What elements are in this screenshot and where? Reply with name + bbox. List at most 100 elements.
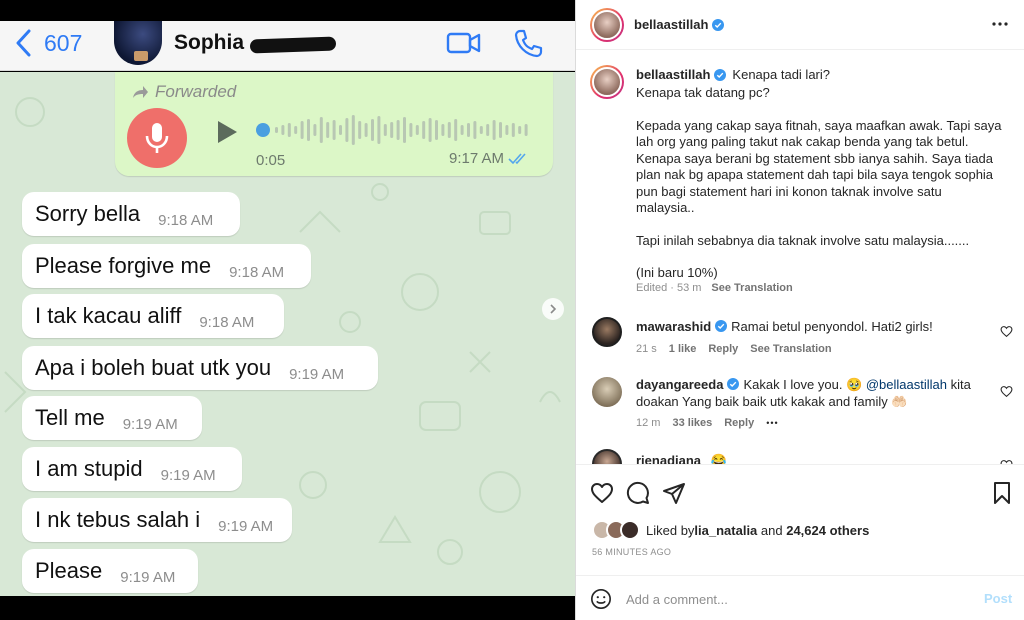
comment-likes[interactable]: 1 like bbox=[669, 343, 697, 355]
forwarded-text: Forwarded bbox=[155, 82, 237, 101]
voice-duration: 0:05 bbox=[256, 152, 286, 169]
message-text: Apa i boleh buat utk you bbox=[35, 355, 272, 380]
comment-body: kita bbox=[947, 377, 971, 392]
heart-outline-icon[interactable] bbox=[1000, 325, 1013, 338]
like-heart-icon[interactable] bbox=[590, 481, 614, 505]
comment-text: rienadiana 😂 bbox=[636, 453, 988, 464]
message-time: 9:18 AM bbox=[199, 313, 255, 331]
liked-by-others[interactable]: 24,624 others bbox=[786, 523, 869, 538]
commenter-username[interactable]: dayangareeda bbox=[636, 377, 723, 392]
message-bubble[interactable]: Sorry bella 9:18 AM bbox=[22, 192, 240, 236]
phone-call-icon[interactable] bbox=[512, 27, 544, 59]
message-bubble[interactable]: I nk tebus salah i 9:19 AM bbox=[22, 498, 292, 542]
instagram-post-panel: bellaastillah bellaastillah Kenapa tadi … bbox=[575, 0, 1024, 620]
commenter-username[interactable]: rienadiana bbox=[636, 453, 701, 464]
comment-likes[interactable]: 33 likes bbox=[672, 417, 712, 429]
post-timestamp[interactable]: 56 MINUTES AGO bbox=[592, 547, 671, 557]
commenter-username[interactable]: mawarashid bbox=[636, 319, 711, 334]
waveform-bar bbox=[287, 123, 291, 137]
waveform-bar bbox=[339, 125, 342, 135]
comment-body: Kakak I love you. 🥹 bbox=[743, 377, 866, 392]
liked-by-row[interactable]: Liked by lia_natalia and 24,624 others bbox=[592, 520, 869, 540]
forwarded-label: Forwarded bbox=[131, 82, 236, 102]
see-translation-link[interactable]: See Translation bbox=[711, 282, 792, 294]
scroll-next-button[interactable] bbox=[542, 298, 564, 320]
add-comment-input[interactable] bbox=[626, 588, 966, 610]
waveform-bar bbox=[313, 124, 317, 136]
comment-text: dayangareeda Kakak I love you. 🥹 @bellaas… bbox=[636, 377, 988, 410]
liked-by-prefix: Liked by bbox=[646, 522, 695, 538]
liked-by-user[interactable]: lia_natalia bbox=[694, 523, 757, 538]
message-time: 9:19 AM bbox=[289, 365, 345, 383]
waveform-bar bbox=[396, 120, 400, 140]
video-call-icon[interactable] bbox=[446, 29, 482, 57]
waveform-bar bbox=[409, 123, 413, 137]
waveform-bar bbox=[307, 119, 310, 141]
message-text: Tell me bbox=[35, 405, 105, 430]
waveform-bar bbox=[275, 127, 278, 133]
microphone-badge bbox=[127, 108, 187, 168]
message-bubble[interactable]: Please forgive me 9:18 AM bbox=[22, 244, 311, 288]
microphone-icon bbox=[145, 123, 169, 153]
comments-scroll-area[interactable]: bellaastillah Kenapa tadi lari? Kenapa t… bbox=[576, 51, 1024, 464]
heart-outline-icon[interactable] bbox=[1000, 385, 1013, 398]
audio-waveform[interactable] bbox=[255, 112, 535, 148]
double-check-icon bbox=[508, 152, 526, 164]
caption-header: bellaastillah Kenapa tadi lari? bbox=[636, 67, 830, 82]
comment-bubble-icon[interactable] bbox=[626, 481, 650, 505]
waveform-bar bbox=[294, 126, 298, 134]
author-avatar[interactable] bbox=[590, 8, 624, 42]
message-text: I am stupid bbox=[35, 456, 143, 481]
commenter-avatar[interactable] bbox=[592, 377, 622, 407]
more-options-icon[interactable] bbox=[990, 14, 1010, 34]
comment-body: Ramai betul penyondol. Hati2 girls! bbox=[731, 319, 933, 334]
save-bookmark-icon[interactable] bbox=[990, 481, 1014, 505]
caption-line: lah org yang paling takut nak cakap bend… bbox=[636, 134, 969, 149]
post-actions-section: Liked by lia_natalia and 24,624 others 5… bbox=[576, 464, 1024, 620]
emoji-smiley-icon[interactable] bbox=[590, 588, 612, 610]
waveform-bar bbox=[377, 116, 381, 144]
waveform-bar bbox=[326, 122, 330, 138]
caption-username[interactable]: bellaastillah bbox=[636, 67, 710, 82]
see-translation-link[interactable]: See Translation bbox=[750, 343, 831, 355]
forwarded-voice-message[interactable]: Forwarded 0:05 9:17 AM bbox=[115, 72, 553, 176]
caption-line: pun bagi statement hari ini konon taknak… bbox=[636, 183, 942, 199]
message-text: Sorry bella bbox=[35, 201, 141, 226]
caption-edited-time: Edited · 53 m bbox=[636, 282, 702, 294]
comment-more-button[interactable]: ••• bbox=[766, 418, 778, 428]
author-username[interactable]: bellaastillah bbox=[634, 17, 708, 32]
contact-name[interactable]: Sophia bbox=[174, 31, 244, 55]
message-bubble[interactable]: Tell me 9:19 AM bbox=[22, 396, 202, 440]
back-button[interactable]: 607 bbox=[14, 29, 82, 57]
message-bubble[interactable]: Please 9:19 AM bbox=[22, 549, 198, 593]
mention-link[interactable]: @bellaastillah bbox=[866, 377, 947, 392]
message-time: 9:18 AM bbox=[229, 263, 285, 281]
play-icon[interactable] bbox=[215, 119, 239, 145]
caption-author-avatar[interactable] bbox=[590, 65, 624, 99]
waveform-bar bbox=[345, 118, 349, 142]
playhead-dot[interactable] bbox=[256, 123, 270, 137]
caption-line: malaysia.. bbox=[636, 200, 695, 215]
contact-avatar[interactable] bbox=[114, 21, 162, 65]
waveform-bar bbox=[319, 117, 323, 143]
waveform-bar bbox=[364, 123, 368, 137]
comment-meta: 21 s 1 like Reply See Translation bbox=[636, 343, 844, 355]
waveform-bar bbox=[492, 120, 496, 140]
message-bubble[interactable]: I am stupid 9:19 AM bbox=[22, 447, 242, 491]
waveform-bar bbox=[473, 121, 477, 139]
forward-arrow-icon bbox=[133, 86, 148, 98]
message-time: 9:19 AM bbox=[122, 415, 178, 433]
reply-button[interactable]: Reply bbox=[724, 417, 754, 429]
reply-button[interactable]: Reply bbox=[708, 343, 738, 355]
commenter-avatar[interactable] bbox=[592, 449, 622, 464]
post-comment-button[interactable]: Post bbox=[984, 591, 1012, 606]
message-text: I nk tebus salah i bbox=[35, 507, 201, 532]
chevron-right-icon bbox=[550, 304, 557, 314]
message-bubble[interactable]: I tak kacau aliff 9:18 AM bbox=[22, 294, 284, 338]
share-send-icon[interactable] bbox=[662, 481, 686, 505]
chat-area[interactable]: Forwarded 0:05 9:17 AM Sorry bella 9:18 … bbox=[0, 72, 575, 596]
comment-text: mawarashid Ramai betul penyondol. Hati2 g… bbox=[636, 319, 988, 336]
author-username-link[interactable]: bellaastillah bbox=[634, 17, 725, 32]
message-bubble[interactable]: Apa i boleh buat utk you 9:19 AM bbox=[22, 346, 378, 390]
commenter-avatar[interactable] bbox=[592, 317, 622, 347]
